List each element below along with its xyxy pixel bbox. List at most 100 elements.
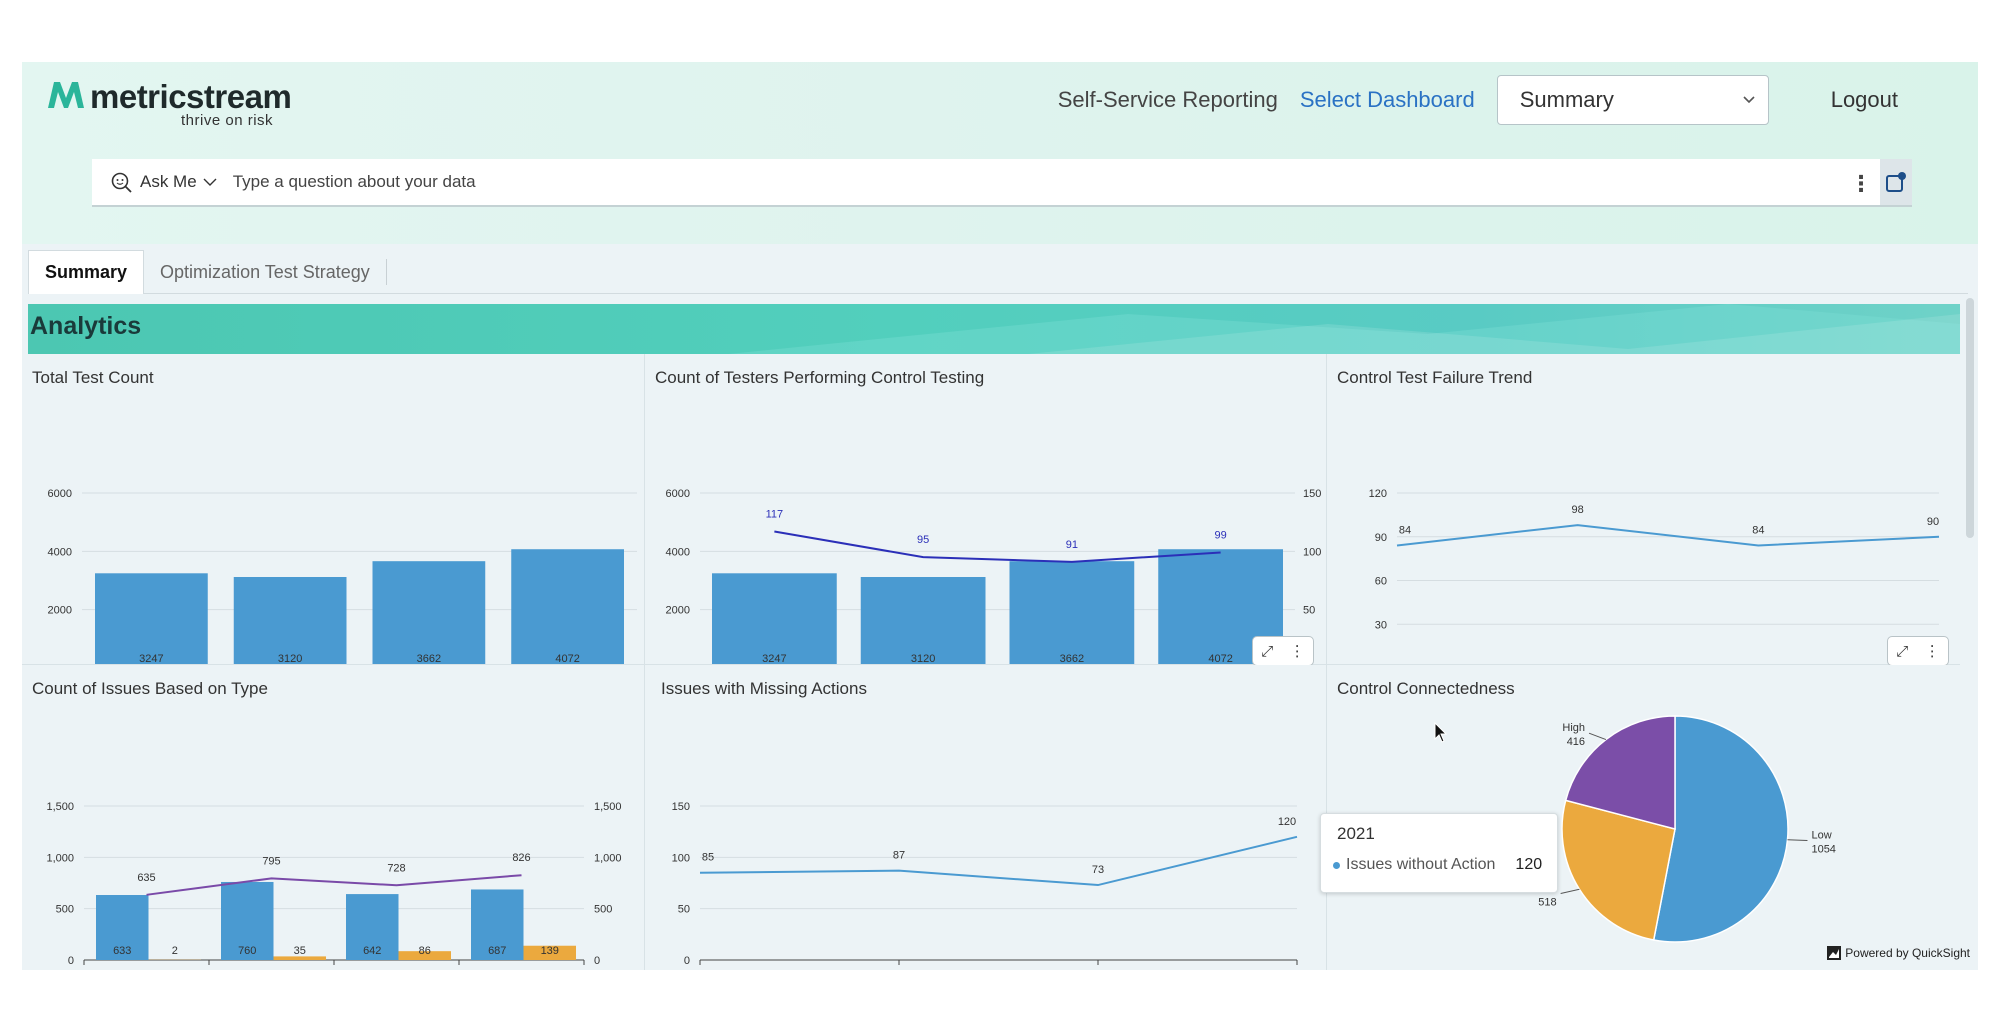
tooltip-value: 120 (1515, 856, 1543, 873)
y-tick-label: 0 (684, 663, 690, 664)
series-line (774, 530, 1221, 563)
data-label: 86 (419, 945, 431, 957)
data-label: 3247 (762, 653, 786, 664)
dashboard-select-value: Summary (1519, 87, 1614, 112)
data-label: 3120 (278, 653, 302, 664)
line-data-label: 728 (387, 862, 405, 874)
ask-question-input[interactable]: Type a question about your data (233, 172, 476, 192)
pinboard-button[interactable] (1880, 159, 1912, 205)
brand-logo[interactable]: metricstream thrive on risk (46, 78, 292, 134)
data-label: 4072 (555, 653, 579, 664)
self-service-reporting-link[interactable]: Self-Service Reporting (1058, 87, 1278, 113)
powered-by: Powered by QuickSight (1827, 946, 1970, 960)
banner-decoration (728, 304, 1960, 354)
y-tick-label: 0 (66, 663, 72, 664)
tab-optimization-test-strategy[interactable]: Optimization Test Strategy (144, 250, 386, 294)
bar (372, 561, 486, 664)
visual-testers[interactable]: Count of Testers Performing Control Test… (645, 354, 1325, 666)
line-data-label: 117 (766, 509, 784, 521)
bar (233, 577, 347, 664)
line-data-label: 95 (917, 534, 929, 546)
pie-value: 1054 (1811, 843, 1835, 855)
y-tick-label: 6000 (48, 488, 72, 500)
tab-divider (385, 259, 387, 285)
y2-tick-label: 1,500 (594, 801, 622, 813)
powered-by-label: Powered by QuickSight (1845, 946, 1970, 960)
y2-tick-label: 150 (1303, 488, 1321, 500)
logout-link[interactable]: Logout (1831, 87, 1898, 113)
line-data-label: 795 (262, 855, 280, 867)
data-label: 760 (238, 945, 256, 957)
chart-total-test-count: 0200040006000324731203662407220182019202… (48, 488, 637, 664)
y-tick-label: 30 (1375, 619, 1387, 631)
data-label: 687 (488, 945, 506, 957)
expand-icon[interactable]: ⤢ (1896, 643, 1908, 660)
ask-bar: Ask Me Type a question about your data ⋮ (92, 159, 1912, 207)
pie-label: High (1562, 722, 1585, 734)
data-label: 87 (893, 850, 905, 862)
y2-tick-label: 500 (594, 904, 612, 916)
visual-failure-trend[interactable]: Control Test Failure Trend 0306090120201… (1327, 354, 1960, 666)
y-tick-label: 50 (678, 904, 690, 916)
y-tick-label: 0 (68, 955, 74, 967)
ask-me-label: Ask Me (140, 172, 197, 191)
menu-options-icon[interactable]: ⋮ (1290, 642, 1305, 660)
more-options-icon[interactable]: ⋮ (1850, 171, 1872, 197)
chevron-down-icon (1743, 96, 1755, 104)
pie-value: 416 (1567, 736, 1585, 748)
y-tick-label: 120 (1369, 488, 1387, 500)
brand-tagline: thrive on risk (181, 112, 274, 129)
y-tick-label: 0 (684, 955, 690, 967)
data-label: 73 (1092, 864, 1104, 876)
y2-tick-label: 1,000 (594, 852, 622, 864)
data-label: 98 (1572, 504, 1584, 516)
x-tick-label: 2018 (133, 968, 160, 970)
line-data-label: 91 (1066, 539, 1078, 551)
y-tick-label: 1,500 (46, 801, 74, 813)
data-label: 642 (363, 945, 381, 957)
data-label: 3662 (417, 653, 441, 664)
y-tick-label: 500 (56, 904, 74, 916)
line-data-label: 635 (137, 872, 155, 884)
data-label: 84 (1399, 525, 1411, 537)
tab-summary[interactable]: Summary (28, 250, 145, 294)
scrollbar[interactable] (1966, 298, 1974, 538)
y-tick-label: 90 (1375, 532, 1387, 544)
y2-tick-label: 0 (594, 955, 600, 967)
visual-missing-actions[interactable]: Issues with Missing Actions 050100150201… (645, 665, 1325, 970)
x-tick-label: 2018 (687, 968, 714, 970)
pie-leader-line (1787, 839, 1808, 841)
y-tick-label: 100 (672, 852, 690, 864)
data-label: 139 (541, 945, 559, 957)
visual-total-test-count[interactable]: Total Test Count 02000400060003247312036… (22, 354, 644, 664)
data-label: 4072 (1208, 653, 1232, 664)
x-tick-label: 2019 (886, 968, 913, 970)
header: metricstream thrive on risk Self-Service… (22, 62, 1978, 244)
pie-leader-line (1588, 732, 1607, 741)
y-tick-label: 1,000 (46, 852, 74, 864)
series-line (1396, 524, 1940, 547)
y-tick-label: 6000 (666, 488, 690, 500)
x-tick-label: 2021 (1284, 968, 1311, 970)
y-tick-label: 2000 (666, 605, 690, 617)
visual-toolbar: ⤢ ⋮ (1252, 636, 1314, 666)
ask-me-dropdown[interactable]: Ask Me (92, 171, 217, 193)
chart-failure-trend: 0306090120201820192020202184988490 (1369, 488, 1940, 664)
data-label: 3662 (1060, 653, 1084, 664)
visual-issues-by-type[interactable]: Count of Issues Based on Type 0 500 1,000 1… (22, 665, 644, 970)
bar (1009, 561, 1135, 664)
menu-options-icon[interactable]: ⋮ (1925, 642, 1940, 660)
y2-tick-label: 50 (1303, 605, 1315, 617)
bar (95, 573, 208, 664)
data-label: 3120 (911, 653, 935, 664)
select-dashboard-link[interactable]: Select Dashboard (1300, 87, 1475, 113)
chevron-down-icon (203, 178, 217, 186)
data-label: 35 (294, 945, 306, 957)
chart-issues-by-type: 0 500 1,000 1,500 0 500 1,000 1,500 633 2 760 35 642… (46, 801, 622, 970)
y2-tick-label: 100 (1303, 546, 1321, 558)
data-label: 120 (1278, 816, 1296, 828)
top-nav: Self-Service Reporting Select Dashboard … (1058, 74, 1898, 126)
line-data-label: 826 (512, 852, 530, 864)
expand-icon[interactable]: ⤢ (1261, 643, 1273, 660)
dashboard-select[interactable]: Summary (1496, 75, 1769, 125)
